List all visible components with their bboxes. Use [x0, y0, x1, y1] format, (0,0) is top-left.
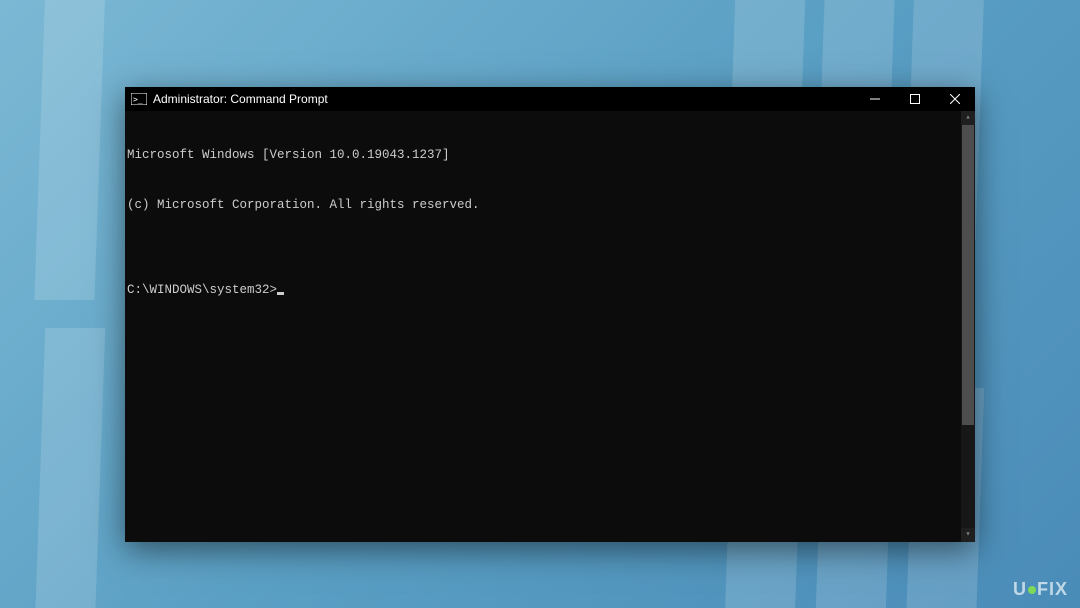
terminal-line-version: Microsoft Windows [Version 10.0.19043.12…	[127, 147, 975, 164]
command-prompt-icon: >_	[131, 93, 147, 105]
bg-shape	[35, 328, 105, 608]
terminal-cursor	[277, 292, 284, 295]
window-titlebar[interactable]: >_ Administrator: Command Prompt	[125, 87, 975, 111]
watermark-text: U FIX	[1013, 579, 1068, 600]
scroll-thumb[interactable]	[962, 125, 974, 425]
terminal-line-copyright: (c) Microsoft Corporation. All rights re…	[127, 197, 975, 214]
window-title: Administrator: Command Prompt	[153, 92, 855, 106]
window-controls	[855, 87, 975, 111]
terminal-scrollbar[interactable]: ▴ ▾	[961, 111, 975, 542]
watermark-prefix: U	[1013, 579, 1027, 599]
command-prompt-window[interactable]: >_ Administrator: Command Prompt Microso…	[125, 87, 975, 542]
terminal-prompt-line: C:\WINDOWS\system32>	[127, 282, 975, 299]
watermark-suffix: FIX	[1037, 579, 1068, 599]
minimize-button[interactable]	[855, 87, 895, 111]
svg-text:>_: >_	[133, 95, 143, 104]
watermark-dot-icon	[1028, 586, 1036, 594]
scroll-up-button[interactable]: ▴	[961, 111, 975, 125]
scroll-down-button[interactable]: ▾	[961, 528, 975, 542]
terminal-prompt: C:\WINDOWS\system32>	[127, 282, 277, 299]
bg-shape	[34, 0, 105, 300]
maximize-button[interactable]	[895, 87, 935, 111]
terminal-output[interactable]: Microsoft Windows [Version 10.0.19043.12…	[125, 111, 975, 542]
close-button[interactable]	[935, 87, 975, 111]
